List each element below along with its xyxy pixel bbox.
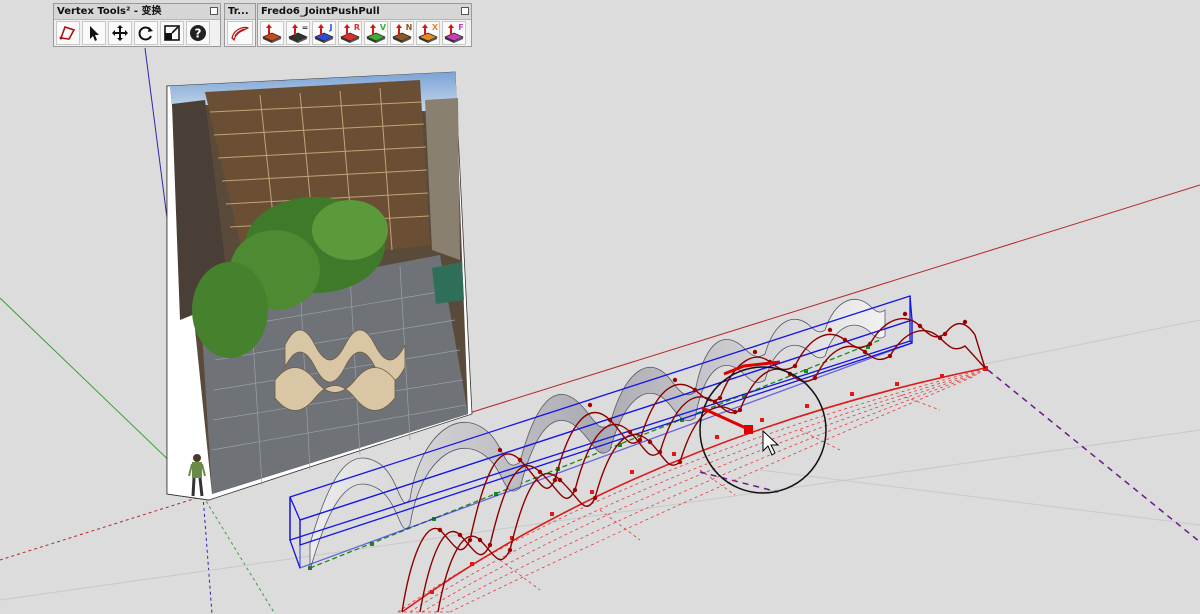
scale-icon[interactable] <box>160 21 184 45</box>
move-icon[interactable] <box>108 21 132 45</box>
blue-axis-dashed <box>202 495 213 614</box>
green-axis-dashed <box>202 495 276 614</box>
red-axis-dashed <box>0 495 204 561</box>
pointer-icon[interactable] <box>82 21 106 45</box>
button-letter: V <box>379 22 387 32</box>
vector-push-pull-icon[interactable]: = <box>286 21 310 45</box>
curviloft-icon[interactable] <box>227 21 253 45</box>
toolbar-title: Fredo6_JointPushPull <box>258 4 471 20</box>
button-letter: N <box>405 22 413 32</box>
gizmo-center-handle <box>744 425 753 434</box>
joint-push-pull-r-icon[interactable]: R <box>338 21 362 45</box>
tr-toolbar: Tr... <box>224 3 256 47</box>
toolbar-close-icon[interactable] <box>210 7 218 15</box>
joint-push-pull-x-icon[interactable]: X <box>416 21 440 45</box>
vertex-select-lasso-icon[interactable] <box>56 21 80 45</box>
button-letter: F <box>458 22 464 32</box>
button-letter: J <box>329 22 333 32</box>
joint-push-pull-icon[interactable] <box>260 21 284 45</box>
button-letter: X <box>431 22 439 32</box>
joint-push-pull-n-icon[interactable]: N <box>390 21 414 45</box>
joint-push-pull-f-icon[interactable]: F <box>442 21 466 45</box>
joint-push-pull-toolbar: Fredo6_JointPushPull = J R V N X F <box>257 3 472 47</box>
svg-text:?: ? <box>195 27 202 41</box>
button-letter: R <box>353 22 361 32</box>
button-letter: = <box>301 22 309 32</box>
mouse-cursor-icon <box>762 429 780 456</box>
rotate-icon[interactable] <box>134 21 158 45</box>
3d-viewport[interactable] <box>0 0 1200 614</box>
toolbar-close-icon[interactable] <box>461 7 469 15</box>
joint-push-pull-v-icon[interactable]: V <box>364 21 388 45</box>
joint-push-pull-j-icon[interactable]: J <box>312 21 336 45</box>
vertex-tools-toolbar: Vertex Tools² - 变换 ? <box>53 3 221 47</box>
toolbar-title: Tr... <box>225 4 255 20</box>
toolbar-title: Vertex Tools² - 变换 <box>54 4 220 20</box>
photo-billboard[interactable] <box>166 71 473 501</box>
purple-guide-lines <box>699 369 1200 543</box>
help-icon[interactable]: ? <box>186 21 210 45</box>
wave-control-curves[interactable] <box>401 317 986 613</box>
